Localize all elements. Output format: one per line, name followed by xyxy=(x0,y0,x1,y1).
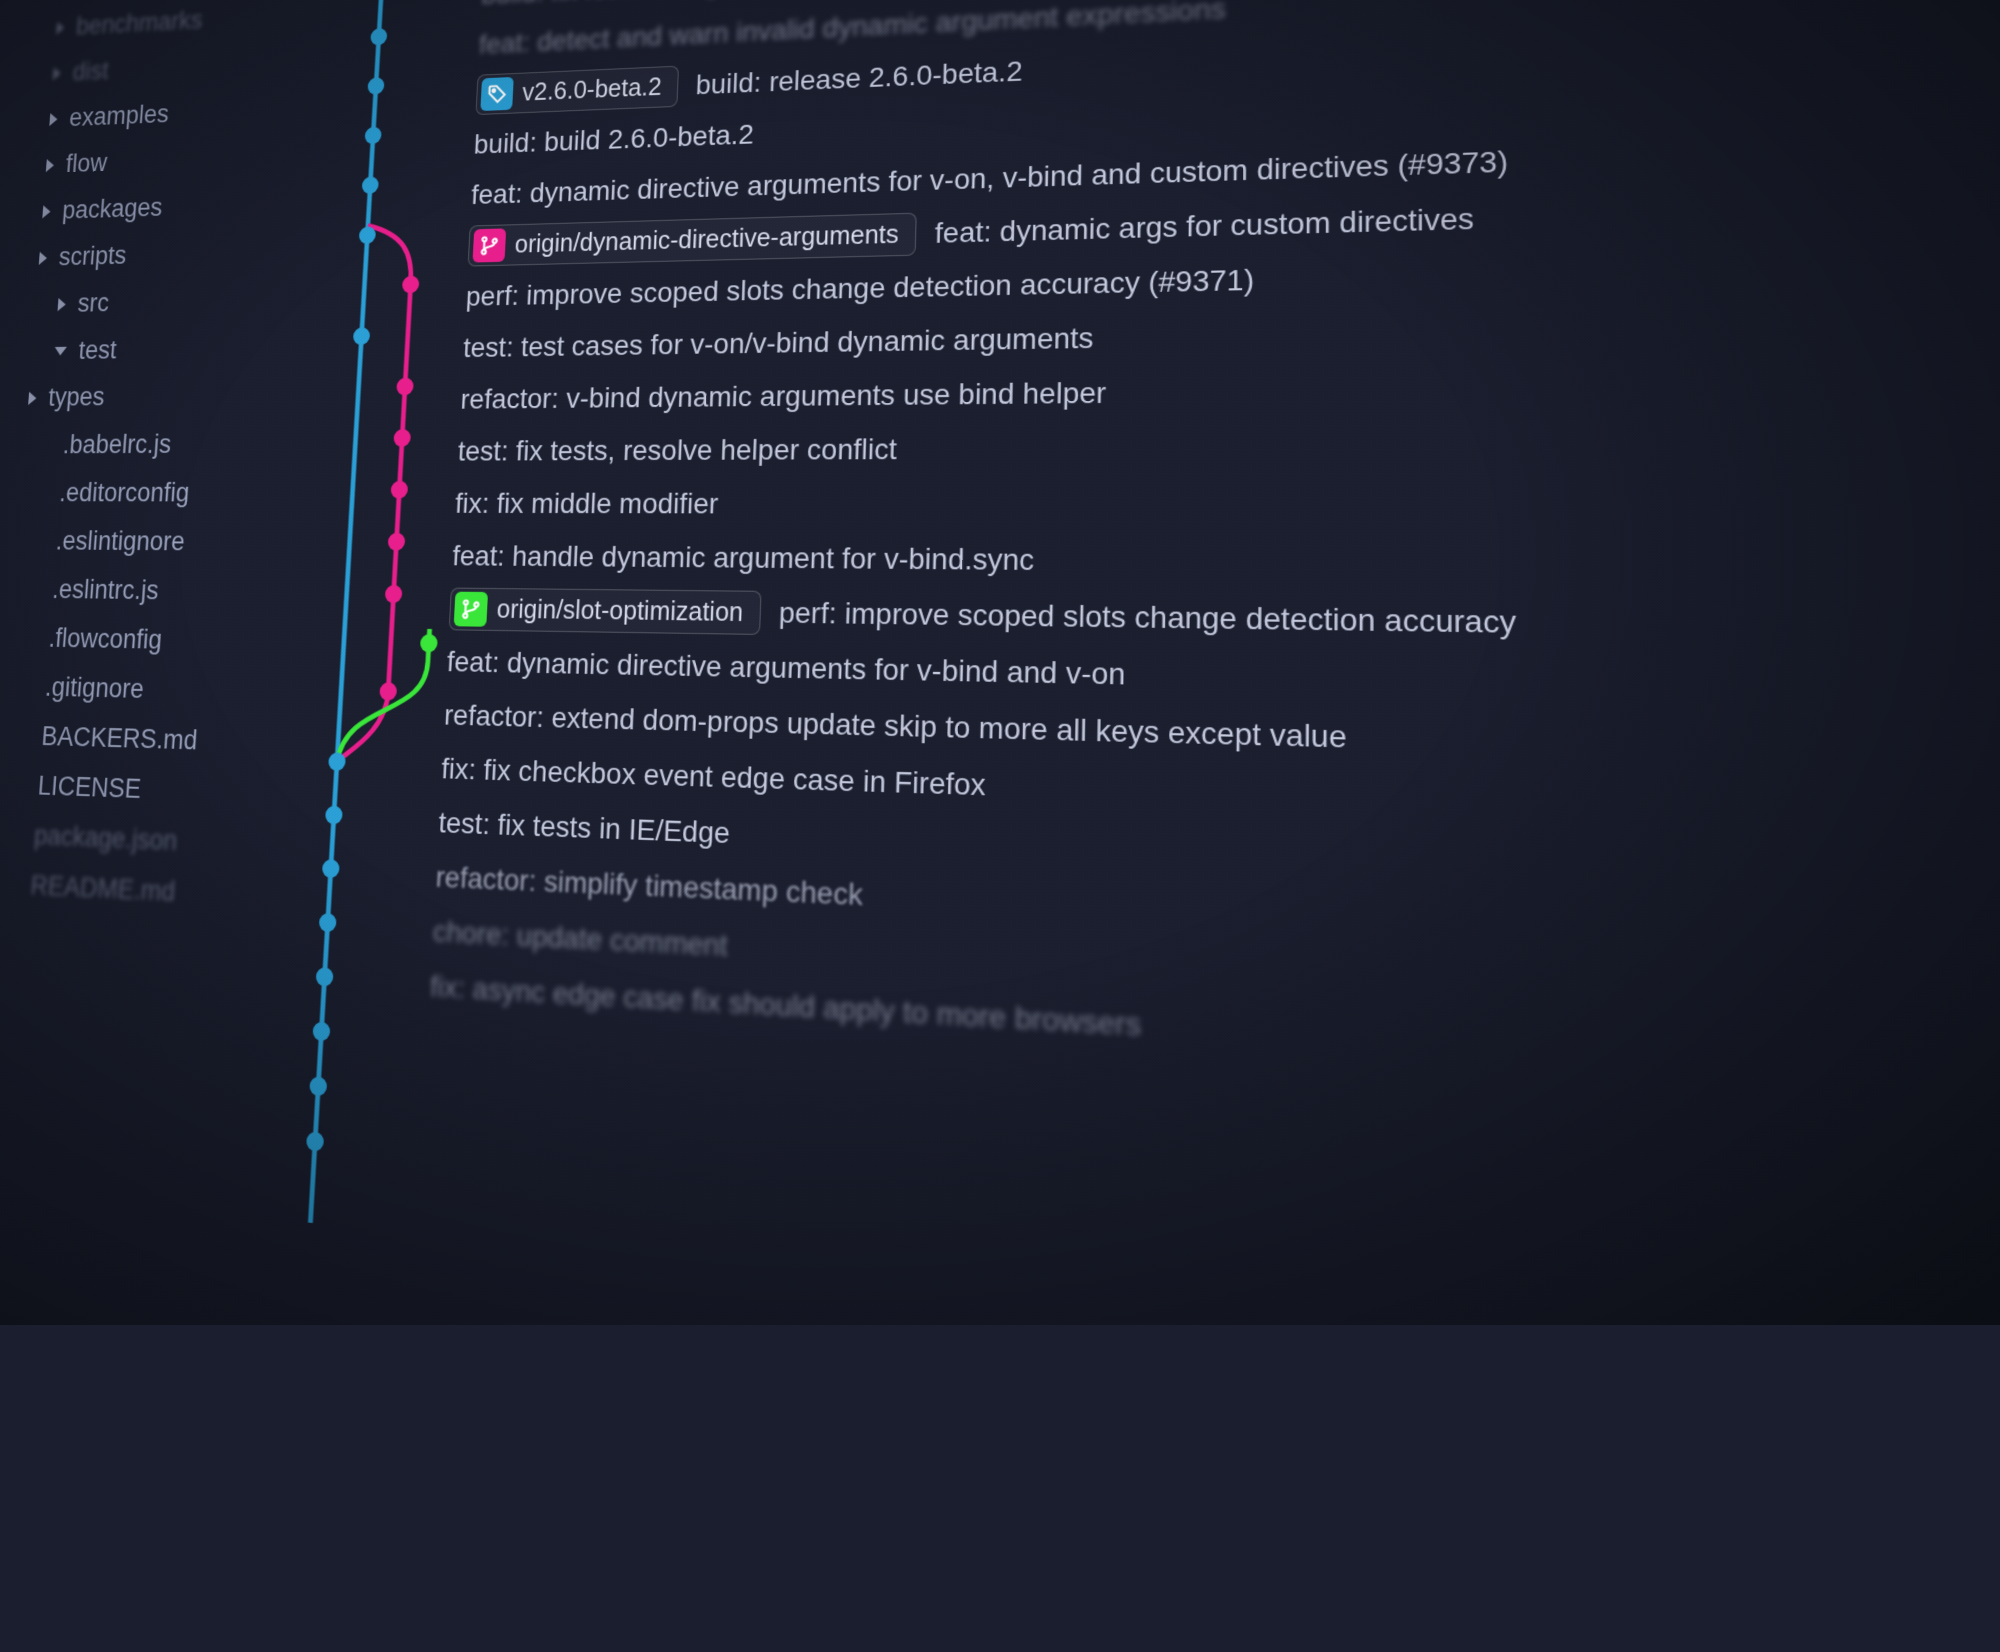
branch-label: origin/dynamic-directive-arguments xyxy=(514,220,899,259)
commit-row[interactable]: fix: fix middle modifier xyxy=(454,475,2000,538)
file-tree-folder[interactable]: packages xyxy=(41,179,307,234)
file-tree-label: .eslintrc.js xyxy=(51,566,161,616)
commit-message: build: release 2.6.0-beta.2 xyxy=(695,55,1023,101)
file-tree-label: types xyxy=(47,374,106,422)
branch-icon xyxy=(454,592,488,627)
commit-message: test: fix tests in IE/Edge xyxy=(438,806,731,850)
branch-label: origin/slot-optimization xyxy=(496,595,744,628)
file-tree-folder[interactable]: types xyxy=(27,372,296,423)
file-tree-file[interactable]: .eslintrc.js xyxy=(12,566,283,618)
file-tree-label: flow xyxy=(64,140,109,188)
file-tree-label: scripts xyxy=(57,232,128,281)
commit-message: chore: update comment xyxy=(432,915,728,963)
file-tree-label: test xyxy=(77,327,118,375)
branch-icon xyxy=(472,228,506,262)
disclosure-triangle-icon[interactable] xyxy=(46,159,55,172)
file-tree-folder[interactable]: test xyxy=(30,323,298,375)
disclosure-triangle-icon[interactable] xyxy=(42,205,51,218)
tag-label: v2.6.0-beta.2 xyxy=(522,73,663,107)
commit-message: feat: dynamic args for custom directives xyxy=(934,202,1474,250)
commit-message: refactor: simplify timestamp check xyxy=(435,860,863,912)
file-tree-file[interactable]: .flowconfig xyxy=(9,614,281,668)
file-tree-file[interactable]: BACKERS.md xyxy=(1,711,274,768)
disclosure-triangle-icon[interactable] xyxy=(53,67,62,80)
file-tree-label: README.md xyxy=(29,861,177,918)
file-tree-label: src xyxy=(76,280,111,328)
commit-list: build: build 2.6.0-beta.3build: fix feat… xyxy=(406,0,2000,1652)
branch-badge[interactable]: origin/dynamic-directive-arguments xyxy=(468,213,917,267)
disclosure-triangle-icon[interactable] xyxy=(28,392,37,405)
file-tree-label: .editorconfig xyxy=(58,470,191,519)
file-tree-label: BACKERS.md xyxy=(40,712,199,766)
disclosure-triangle-icon[interactable] xyxy=(58,297,67,310)
file-tree-label: .babelrc.js xyxy=(61,421,173,470)
file-tree-label: dist xyxy=(71,48,110,95)
file-tree-file[interactable]: .babelrc.js xyxy=(23,420,292,470)
file-tree-file[interactable]: .eslintignore xyxy=(16,518,286,568)
commit-message: test: test cases for v-on/v-bind dynamic… xyxy=(463,322,1094,364)
file-tree-label: .flowconfig xyxy=(47,615,164,666)
file-tree-folder[interactable]: scripts xyxy=(38,227,305,281)
file-tree-folder[interactable]: src xyxy=(34,275,301,328)
tag-icon xyxy=(480,77,513,111)
file-tree-label: benchmarks xyxy=(74,0,204,50)
file-tree-label: LICENSE xyxy=(36,762,143,815)
commit-message: build: build 2.6.0-beta.2 xyxy=(473,119,754,161)
commit-message: fix: fix middle modifier xyxy=(454,488,719,521)
disclosure-triangle-icon[interactable] xyxy=(54,347,67,356)
file-tree-file[interactable]: .gitignore xyxy=(5,663,277,719)
commit-message: perf: improve scoped slots change detect… xyxy=(465,263,1254,312)
disclosure-triangle-icon[interactable] xyxy=(49,113,58,126)
file-tree-label: package.json xyxy=(32,811,178,867)
file-tree-file[interactable]: .editorconfig xyxy=(20,469,290,518)
commit-message: test: fix tests, resolve helper conflict xyxy=(457,433,897,468)
file-tree-label: .gitignore xyxy=(43,663,145,715)
commit-message: feat: handle dynamic argument for v-bind… xyxy=(452,540,1035,578)
branch-badge[interactable]: origin/slot-optimization xyxy=(449,588,762,635)
commit-message: feat: dynamic directive arguments for v-… xyxy=(446,646,1126,693)
file-tree-label: examples xyxy=(68,91,171,141)
disclosure-triangle-icon[interactable] xyxy=(39,251,48,264)
disclosure-triangle-icon[interactable] xyxy=(56,21,65,34)
file-tree-file[interactable]: README.md xyxy=(0,859,265,922)
commit-message: perf: improve scoped slots change detect… xyxy=(778,596,1516,640)
commit-message: fix: fix checkbox event edge case in Fir… xyxy=(441,752,987,803)
file-tree-label: packages xyxy=(61,184,164,234)
tag-badge[interactable]: v2.6.0-beta.2 xyxy=(475,66,679,115)
commit-message: refactor: v-bind dynamic arguments use b… xyxy=(460,376,1107,415)
file-tree-label: .eslintignore xyxy=(54,518,186,567)
